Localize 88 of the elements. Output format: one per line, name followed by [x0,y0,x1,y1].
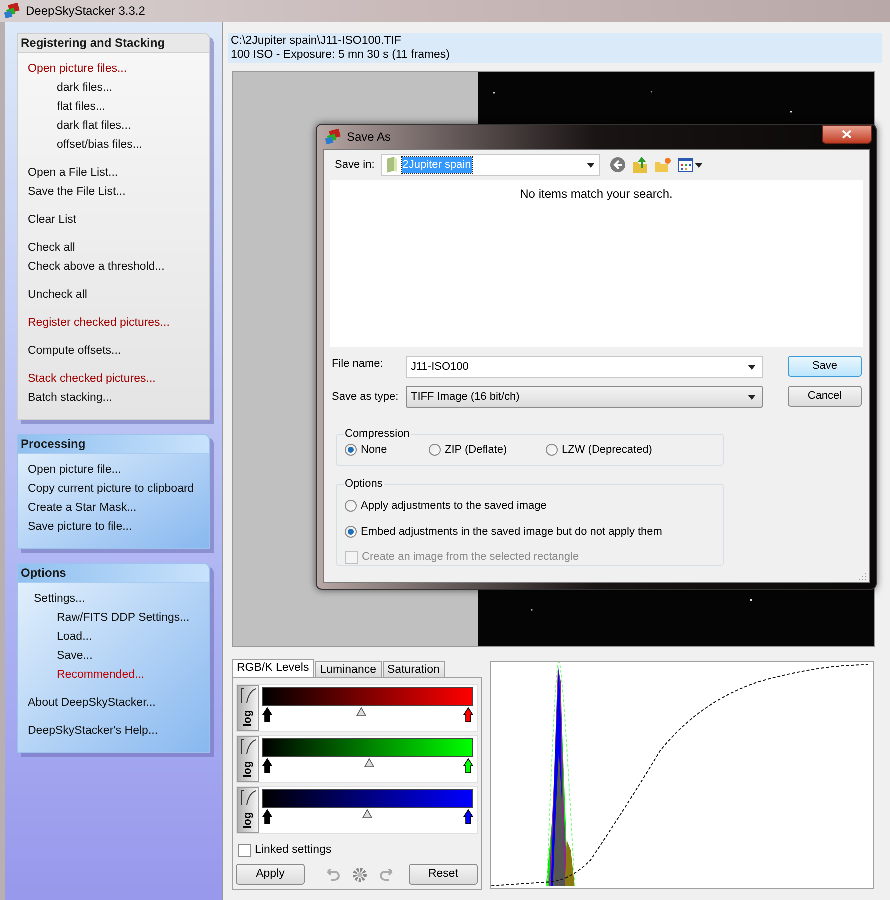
sidebar-link[interactable]: Open a File List... [28,164,118,182]
checkbox-label: Linked settings [255,843,332,858]
dialog-button[interactable]: Save [788,356,862,377]
app-logo-icon [4,3,20,19]
radio-button[interactable] [429,444,441,456]
sidebar-link[interactable]: Raw/FITS DDP Settings... [57,609,190,627]
radio-button[interactable] [345,526,357,538]
up-folder-icon[interactable] [632,156,648,174]
sidebar-link[interactable]: Check above a threshold... [28,258,165,276]
file-name-field[interactable]: J11-ISO100 [406,356,763,378]
file-details: 100 ISO - Exposure: 5 mn 30 s (11 frames) [231,48,450,62]
dialog-title: Save As [347,129,392,146]
sidebar-link[interactable]: Clear List [28,211,77,229]
close-button[interactable] [822,125,872,144]
sidebar-link[interactable]: Open picture files... [28,60,128,78]
tab[interactable]: Luminance [315,661,382,677]
panel-header[interactable]: Registering and Stacking [18,34,209,53]
sidebar-link[interactable]: Check all [28,239,76,257]
radio-label: LZW (Deprecated) [562,442,652,458]
tab[interactable]: Saturation [382,661,445,677]
panel-header[interactable]: Processing [18,435,209,454]
level-marker[interactable] [262,758,272,774]
back-icon[interactable] [610,157,626,173]
sidebar-link[interactable]: Copy current picture to clipboard [28,480,194,498]
sidebar-link[interactable]: Open picture file... [28,461,122,479]
panel-header[interactable]: Options [18,564,209,583]
curve-icon [241,688,257,704]
level-marker[interactable] [462,707,474,723]
radio-label: None [361,442,388,458]
sidebar-link[interactable]: Register checked pictures... [28,314,170,332]
dialog-button[interactable]: Cancel [788,386,862,407]
sidebar-link[interactable]: Settings... [34,590,86,608]
level-marker[interactable] [462,758,474,774]
group-title: Compression [344,426,411,442]
sidebar-link[interactable]: About DeepSkyStacker... [28,694,156,712]
close-icon [842,130,852,139]
level-marker[interactable] [462,809,474,825]
sidebar-link[interactable]: offset/bias files... [57,136,142,154]
sidebar-link[interactable]: DeepSkyStacker's Help... [28,722,158,740]
level-marker[interactable] [262,707,272,723]
dropdown-caret-icon [694,162,703,168]
empty-message: No items match your search. [520,186,673,203]
radio-label: Embed adjustments in the saved image but do not apply them [361,524,662,540]
reset-button[interactable]: Reset [409,864,478,886]
sidebar-link[interactable]: Stack checked pictures... [28,370,156,388]
dropdown-caret-icon [748,394,756,400]
group-title: Options [344,476,384,492]
dropdown-caret-icon [748,364,756,370]
resize-grip-icon[interactable] [859,572,867,580]
sidebar-link[interactable]: Create a Star Mask... [28,499,137,517]
file-path: C:\2Jupiter spain\J11-ISO100.TIF [231,34,402,48]
apply-button[interactable]: Apply [236,864,305,886]
save-type-dropdown[interactable]: TIFF Image (16 bit/ch) [406,386,763,408]
log-toggle[interactable]: log [237,685,259,731]
sidebar-link[interactable]: Compute offsets... [28,342,122,360]
tab[interactable]: RGB/K Levels [232,659,314,677]
app-logo-icon [325,129,341,145]
save-in-label: Save in: [335,158,375,173]
file-name-label: File name: [332,357,384,372]
sidebar-link[interactable]: Save picture to file... [28,518,132,536]
radio-label: ZIP (Deflate) [445,442,508,458]
log-toggle[interactable]: log [237,736,259,782]
sidebar-link[interactable]: Recommended... [57,666,145,684]
checkbox[interactable] [238,844,251,858]
sidebar-link[interactable]: Batch stacking... [28,389,112,407]
radio-label: Apply adjustments to the saved image [361,499,547,514]
radio-button[interactable] [345,500,357,512]
sidebar-link[interactable]: dark files... [57,79,113,97]
sidebar-link[interactable]: Load... [57,628,92,646]
save-type-label: Save as type: [332,390,400,405]
radio-button[interactable] [546,444,558,456]
checkbox-label: Create an image from the selected rectangle [362,550,580,565]
dropdown-caret-icon [586,162,595,168]
log-toggle[interactable]: log [237,787,259,833]
selected-folder: 2Jupiter spain [402,156,472,174]
view-menu-icon[interactable] [678,158,703,172]
radio-button[interactable] [345,444,357,456]
folder-icon [386,157,398,173]
sidebar-link[interactable]: flat files... [57,98,106,116]
curve-icon [241,790,257,806]
curve-icon [241,739,257,755]
sidebar-link[interactable]: Save... [57,647,93,665]
level-marker[interactable] [262,809,272,825]
sidebar-link[interactable]: Save the File List... [28,183,126,201]
window-title: DeepSkyStacker 3.3.2 [26,3,146,20]
sidebar-link[interactable]: Uncheck all [28,286,88,304]
gear-icon[interactable] [352,866,368,883]
sidebar-link[interactable]: dark flat files... [57,117,132,135]
